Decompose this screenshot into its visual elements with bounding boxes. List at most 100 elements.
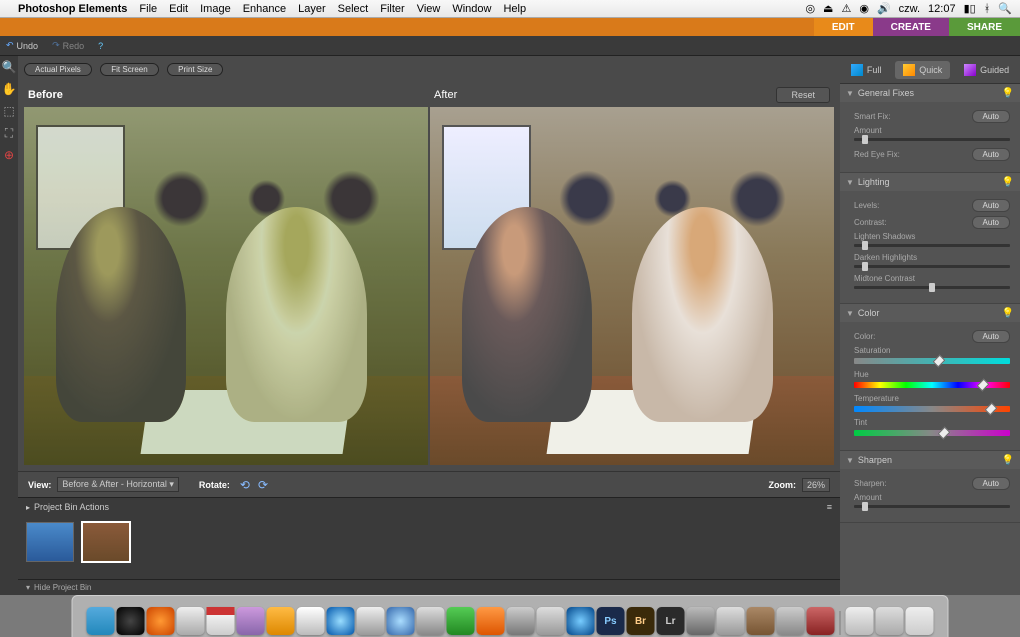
rotate-ccw-icon[interactable]: ⟲ (240, 478, 250, 492)
tip-icon[interactable]: 💡 (1002, 177, 1014, 188)
lighten-slider[interactable] (854, 244, 1010, 247)
menu-enhance[interactable]: Enhance (243, 3, 286, 15)
fit-screen-button[interactable]: Fit Screen (100, 63, 158, 76)
dock-skype-icon[interactable] (327, 607, 355, 635)
wifi-icon[interactable]: ⚠ (841, 2, 851, 15)
volume-icon[interactable]: 🔊 (877, 2, 891, 15)
eject-icon[interactable]: ⏏ (823, 2, 833, 15)
menu-filter[interactable]: Filter (380, 3, 404, 15)
crop-tool-icon[interactable]: ⛶ (2, 126, 16, 140)
dock-app-icon[interactable] (477, 607, 505, 635)
hue-slider[interactable] (854, 382, 1010, 388)
help-icon[interactable]: ? (98, 41, 103, 51)
temperature-slider[interactable] (854, 406, 1010, 412)
after-image[interactable] (430, 107, 834, 465)
menu-view[interactable]: View (417, 3, 441, 15)
midtone-slider[interactable] (854, 286, 1010, 289)
bin-menu-icon[interactable]: ≡ (827, 502, 832, 512)
rotate-cw-icon[interactable]: ⟳ (258, 478, 268, 492)
tip-icon[interactable]: 💡 (1002, 88, 1014, 99)
color-auto-button[interactable]: Auto (972, 330, 1010, 343)
workspace-tab-share[interactable]: SHARE (949, 18, 1020, 36)
sharpen-slider[interactable] (854, 505, 1010, 508)
quick-select-tool-icon[interactable]: ⬚ (2, 104, 16, 118)
bin-thumbnail[interactable] (26, 522, 74, 562)
mode-tab-guided[interactable]: Guided (956, 61, 1017, 79)
redeye-tool-icon[interactable]: ⊕ (2, 148, 16, 162)
before-image[interactable] (24, 107, 428, 465)
dock-photoshop-icon[interactable]: Ps (597, 607, 625, 635)
redo-button[interactable]: ↷Redo (52, 40, 84, 51)
dock-app-icon[interactable] (267, 607, 295, 635)
menu-edit[interactable]: Edit (169, 3, 188, 15)
project-bin-header[interactable]: ▸ Project Bin Actions ≡ (18, 498, 840, 516)
dock-firefox-icon[interactable] (147, 607, 175, 635)
undo-button[interactable]: ↶Undo (6, 40, 38, 51)
airport-icon[interactable]: ◉ (859, 2, 869, 15)
dock-app-icon[interactable] (807, 607, 835, 635)
dock-dashboard-icon[interactable] (117, 607, 145, 635)
dock-ical-icon[interactable] (207, 607, 235, 635)
menu-layer[interactable]: Layer (298, 3, 326, 15)
redeye-auto-button[interactable]: Auto (972, 148, 1010, 161)
dock-app-icon[interactable] (237, 607, 265, 635)
dock-app-icon[interactable] (687, 607, 715, 635)
contrast-auto-button[interactable]: Auto (972, 216, 1010, 229)
battery-icon[interactable]: ▮▯ (964, 2, 976, 15)
hide-bin-label[interactable]: Hide Project Bin (34, 583, 91, 592)
darken-slider[interactable] (854, 265, 1010, 268)
dock-app-icon[interactable] (717, 607, 745, 635)
dock-app-icon[interactable] (747, 607, 775, 635)
clock-day[interactable]: czw. (899, 3, 920, 15)
dock-app-icon[interactable] (507, 607, 535, 635)
dock-trash-icon[interactable] (906, 607, 934, 635)
menu-help[interactable]: Help (503, 3, 526, 15)
dock-app-icon[interactable] (567, 607, 595, 635)
workspace-tab-edit[interactable]: EDIT (814, 18, 873, 36)
menu-select[interactable]: Select (338, 3, 369, 15)
view-mode-dropdown[interactable]: Before & After - Horizontal ▾ (57, 477, 179, 492)
tip-icon[interactable]: 💡 (1002, 308, 1014, 319)
sharpen-auto-button[interactable]: Auto (972, 477, 1010, 490)
spotlight-icon[interactable]: 🔍 (998, 2, 1012, 15)
saturation-slider[interactable] (854, 358, 1010, 364)
bin-thumbnail[interactable] (82, 522, 130, 562)
panel-header-general[interactable]: ▼General Fixes💡 (840, 84, 1020, 102)
dock-app-icon[interactable] (447, 607, 475, 635)
zoom-dropdown[interactable]: 26% (802, 478, 830, 492)
menu-image[interactable]: Image (200, 3, 231, 15)
panel-header-color[interactable]: ▼Color💡 (840, 304, 1020, 322)
levels-auto-button[interactable]: Auto (972, 199, 1010, 212)
mode-tab-quick[interactable]: Quick (895, 61, 950, 79)
dock-finder-icon[interactable] (87, 607, 115, 635)
mode-tab-full[interactable]: Full (843, 61, 890, 79)
smartfix-auto-button[interactable]: Auto (972, 110, 1010, 123)
dock-app-icon[interactable] (777, 607, 805, 635)
dock-app-icon[interactable] (177, 607, 205, 635)
dock-folder-icon[interactable] (846, 607, 874, 635)
clock-time[interactable]: 12:07 (928, 3, 956, 15)
actual-pixels-button[interactable]: Actual Pixels (24, 63, 92, 76)
dock-bridge-icon[interactable]: Br (627, 607, 655, 635)
sync-icon[interactable]: ◎ (805, 2, 815, 15)
dock-app-icon[interactable] (537, 607, 565, 635)
bluetooth-icon[interactable]: ᚼ (984, 3, 991, 15)
hand-tool-icon[interactable]: ✋ (2, 82, 16, 96)
dock-folder-icon[interactable] (876, 607, 904, 635)
print-size-button[interactable]: Print Size (167, 63, 223, 76)
tip-icon[interactable]: 💡 (1002, 455, 1014, 466)
menu-window[interactable]: Window (452, 3, 491, 15)
workspace-tab-create[interactable]: CREATE (873, 18, 949, 36)
dock-preview-icon[interactable] (417, 607, 445, 635)
dock-app-icon[interactable] (297, 607, 325, 635)
dock-lightroom-icon[interactable]: Lr (657, 607, 685, 635)
panel-header-sharpen[interactable]: ▼Sharpen💡 (840, 451, 1020, 469)
smartfix-slider[interactable] (854, 138, 1010, 141)
dock-itunes-icon[interactable] (387, 607, 415, 635)
reset-button[interactable]: Reset (776, 87, 830, 103)
panel-header-lighting[interactable]: ▼Lighting💡 (840, 173, 1020, 191)
app-name[interactable]: Photoshop Elements (18, 3, 127, 15)
menu-file[interactable]: File (139, 3, 157, 15)
tint-slider[interactable] (854, 430, 1010, 436)
zoom-tool-icon[interactable]: 🔍 (2, 60, 16, 74)
